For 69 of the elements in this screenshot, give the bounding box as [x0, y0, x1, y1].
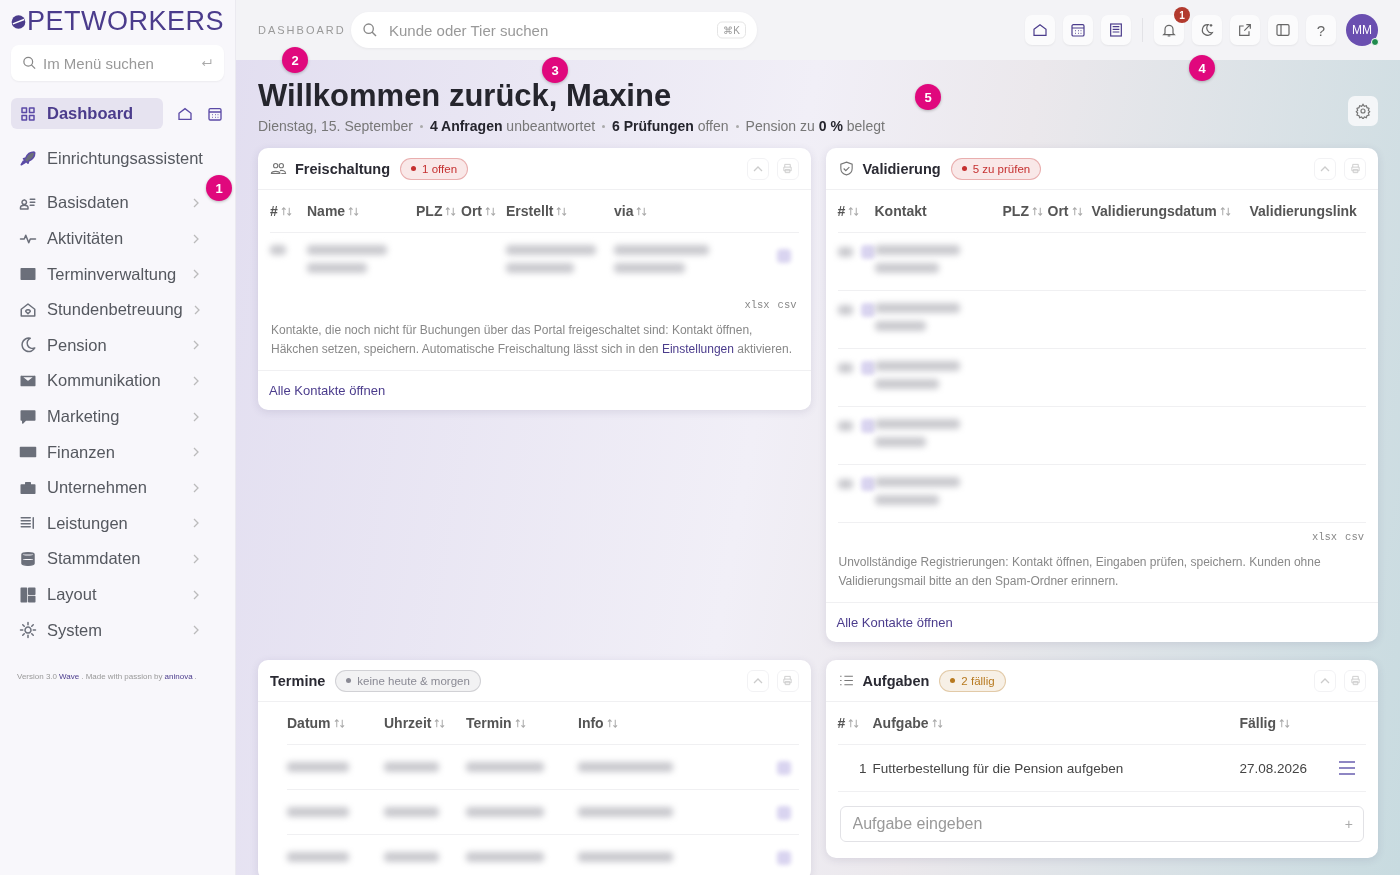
footer-link[interactable]: Wave: [59, 671, 80, 681]
column-header[interactable]: Ort: [461, 203, 482, 219]
nav-item[interactable]: Finanzen: [11, 436, 208, 468]
column-header[interactable]: #: [837, 715, 846, 731]
card-title: Validierung: [862, 160, 941, 177]
column-header[interactable]: via: [614, 203, 634, 219]
open-contacts-link[interactable]: Alle Kontakte öffnen: [836, 615, 953, 630]
table-cell-text: Futterbestellung für die Pension aufgeben: [872, 760, 1125, 776]
nav-item[interactable]: Unternehmen: [11, 472, 208, 504]
summary-fact: Dienstag, 15. September: [258, 118, 413, 134]
nav-item[interactable]: System: [11, 614, 208, 646]
status-badge: 5 zu prüfen: [950, 157, 1042, 180]
column-header[interactable]: Name: [307, 203, 346, 219]
export-link[interactable]: xlsx: [744, 299, 770, 311]
table-cell-text: 27.08.2026: [1239, 760, 1309, 776]
column-header[interactable]: Kontakt: [874, 203, 927, 219]
card-description: Kontakte, die noch nicht für Buchungen über das Portal freigeschaltet sind: Kontakt öffnen, Häkchen setzen, speichern. Automatische Freischaltung lässt sich in den Einstellungen aktivieren.: [271, 322, 793, 358]
column-header[interactable]: Info: [578, 715, 604, 731]
column-header[interactable]: PLZ: [1002, 203, 1029, 219]
status-badge: keine heute & morgen: [335, 669, 481, 692]
column-header[interactable]: Aufgabe: [872, 715, 929, 731]
footer-text: .: [194, 671, 197, 681]
column-header[interactable]: Ort: [1047, 203, 1069, 219]
nav-item[interactable]: Terminverwaltung: [11, 258, 208, 290]
nav-item[interactable]: Layout: [11, 579, 208, 610]
nav-item[interactable]: Stundenbetreuung: [11, 294, 209, 326]
nav-item[interactable]: Kommunikation: [11, 365, 208, 397]
footer-text: . Made with passion by: [81, 671, 163, 681]
open-contacts-link[interactable]: Alle Kontakte öffnen: [269, 383, 386, 398]
column-header[interactable]: Termin: [466, 715, 512, 731]
summary-fact: 6 Prüfungen offen: [612, 118, 729, 134]
footer-text: Version 3.0: [17, 671, 58, 681]
column-header[interactable]: #: [270, 203, 278, 219]
nav-item[interactable]: Basisdaten: [11, 187, 208, 219]
export-link[interactable]: csv: [1345, 531, 1364, 543]
menu-search-field[interactable]: Im Menü suchen: [11, 45, 224, 81]
settings-link[interactable]: Einstellungen: [661, 341, 734, 356]
column-header[interactable]: Validierungslink: [1249, 203, 1357, 219]
nav-item[interactable]: Pension: [11, 329, 208, 361]
export-link[interactable]: csv: [777, 299, 797, 311]
column-header[interactable]: PLZ: [416, 203, 443, 219]
column-header[interactable]: Fällig: [1239, 715, 1277, 731]
nav-item[interactable]: Dashboard: [11, 98, 163, 130]
column-header[interactable]: Validierungsdatum: [1091, 203, 1217, 219]
avatar[interactable]: MM: [1346, 14, 1378, 46]
column-header[interactable]: #: [837, 203, 846, 219]
column-header[interactable]: Erstellt: [506, 203, 554, 219]
nav-item[interactable]: Leistungen: [11, 507, 208, 539]
card-title: Termine: [270, 672, 326, 689]
table-cell-text: 1: [858, 760, 868, 776]
status-badge: 2 fällig: [939, 669, 1006, 692]
card-title: Freischaltung: [295, 160, 391, 177]
export-link[interactable]: xlsx: [1311, 531, 1338, 543]
card-description: Unvollständige Registrierungen: Kontakt öffnen, Eingaben prüfen, speichern. Kunden ohne Validierungsmail bitte an den Spam-Ordner erinnern.: [838, 554, 1322, 590]
column-header[interactable]: Datum: [287, 715, 331, 731]
column-header[interactable]: Uhrzeit: [384, 715, 432, 731]
footer-link[interactable]: aninova: [164, 671, 193, 681]
nav-item[interactable]: Einrichtungsassistent: [11, 142, 211, 174]
summary-fact: Pension zu 0 % belegt: [745, 118, 885, 134]
nav-item[interactable]: Aktivitäten: [11, 223, 208, 255]
notification-badge: 1: [1174, 7, 1190, 23]
nav-item[interactable]: Stammdaten: [11, 543, 208, 575]
logo-text: PETWORKERS: [26, 6, 224, 37]
card-title: Aufgaben: [862, 672, 930, 689]
status-badge: 1 offen: [400, 157, 469, 180]
help-button[interactable]: ?: [1306, 15, 1336, 45]
summary-fact: 4 Anfragen unbeantwortet: [429, 118, 596, 134]
nav-item[interactable]: Marketing: [11, 401, 208, 433]
breadcrumb: DASHBOARD: [258, 24, 347, 36]
